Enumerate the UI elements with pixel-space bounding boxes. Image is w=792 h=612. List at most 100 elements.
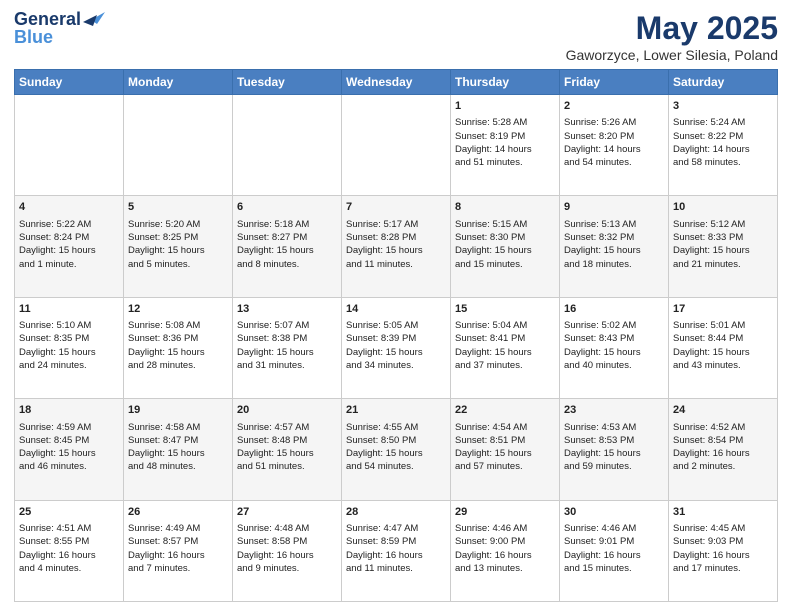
day-info-line: Sunrise: 4:48 AM [237,522,337,535]
day-number: 25 [19,505,119,520]
day-info-line: Daylight: 15 hours [346,244,446,257]
day-cell-28: 25Sunrise: 4:51 AMSunset: 8:55 PMDayligh… [15,500,124,601]
day-number: 17 [673,302,773,317]
day-cell-24: 21Sunrise: 4:55 AMSunset: 8:50 PMDayligh… [342,399,451,500]
day-number: 18 [19,403,119,418]
day-info-line: and 15 minutes. [455,258,555,271]
page: General Blue May 2025 Gaworzyce, Lower S… [0,0,792,612]
day-info-line: Daylight: 16 hours [346,549,446,562]
day-cell-16: 13Sunrise: 5:07 AMSunset: 8:38 PMDayligh… [233,297,342,398]
day-info-line: Sunrise: 5:12 AM [673,218,773,231]
day-info-line: Sunrise: 4:45 AM [673,522,773,535]
day-info-line: Sunrise: 5:13 AM [564,218,664,231]
day-cell-4: 1Sunrise: 5:28 AMSunset: 8:19 PMDaylight… [451,95,560,196]
day-cell-9: 6Sunrise: 5:18 AMSunset: 8:27 PMDaylight… [233,196,342,297]
day-info-line: and 21 minutes. [673,258,773,271]
day-info-line: Sunrise: 5:20 AM [128,218,228,231]
day-cell-13: 10Sunrise: 5:12 AMSunset: 8:33 PMDayligh… [669,196,778,297]
day-info-line: and 58 minutes. [673,156,773,169]
day-info-line: Daylight: 15 hours [346,447,446,460]
day-info-line: Sunrise: 4:53 AM [564,421,664,434]
day-info-line: Daylight: 16 hours [237,549,337,562]
calendar-table: SundayMondayTuesdayWednesdayThursdayFrid… [14,69,778,602]
day-info-line: and 28 minutes. [128,359,228,372]
day-info-line: Sunrise: 5:05 AM [346,319,446,332]
day-cell-11: 8Sunrise: 5:15 AMSunset: 8:30 PMDaylight… [451,196,560,297]
day-info-line: Daylight: 14 hours [673,143,773,156]
day-cell-25: 22Sunrise: 4:54 AMSunset: 8:51 PMDayligh… [451,399,560,500]
day-info-line: Sunset: 8:44 PM [673,332,773,345]
day-info-line: and 2 minutes. [673,460,773,473]
header-cell-tuesday: Tuesday [233,70,342,95]
day-number: 8 [455,200,555,215]
header-cell-monday: Monday [124,70,233,95]
day-info-line: Daylight: 15 hours [346,346,446,359]
day-info-line: and 11 minutes. [346,562,446,575]
day-info-line: Daylight: 15 hours [19,244,119,257]
day-info-line: and 51 minutes. [237,460,337,473]
header: General Blue May 2025 Gaworzyce, Lower S… [14,10,778,63]
header-cell-sunday: Sunday [15,70,124,95]
day-info-line: Sunset: 8:28 PM [346,231,446,244]
day-info-line: Daylight: 16 hours [673,549,773,562]
day-info-line: Sunrise: 5:02 AM [564,319,664,332]
day-info-line: Sunset: 8:54 PM [673,434,773,447]
day-info-line: Sunrise: 5:26 AM [564,116,664,129]
day-cell-1 [124,95,233,196]
day-info-line: and 54 minutes. [564,156,664,169]
day-info-line: Sunrise: 5:01 AM [673,319,773,332]
logo-bird-icon [83,10,105,28]
day-info-line: Sunset: 9:01 PM [564,535,664,548]
day-info-line: Daylight: 15 hours [564,346,664,359]
main-title: May 2025 [566,10,778,47]
day-number: 11 [19,302,119,317]
day-info-line: Sunset: 8:48 PM [237,434,337,447]
day-number: 1 [455,99,555,114]
day-info-line: Sunset: 8:39 PM [346,332,446,345]
day-info-line: and 13 minutes. [455,562,555,575]
day-cell-32: 29Sunrise: 4:46 AMSunset: 9:00 PMDayligh… [451,500,560,601]
day-info-line: Daylight: 15 hours [455,244,555,257]
day-info-line: Daylight: 15 hours [19,346,119,359]
day-info-line: Sunrise: 5:07 AM [237,319,337,332]
day-cell-10: 7Sunrise: 5:17 AMSunset: 8:28 PMDaylight… [342,196,451,297]
day-info-line: Sunrise: 5:22 AM [19,218,119,231]
day-info-line: Daylight: 16 hours [128,549,228,562]
day-info-line: Daylight: 15 hours [673,244,773,257]
day-cell-17: 14 Sunrise: 5:05 AMSunset: 8:39 PMDayligh… [342,297,451,398]
day-info-line: Sunset: 8:58 PM [237,535,337,548]
day-info-line: Daylight: 16 hours [19,549,119,562]
day-cell-26: 23Sunrise: 4:53 AMSunset: 8:53 PMDayligh… [560,399,669,500]
day-number: 14 [346,302,446,317]
day-info-line: Sunset: 8:59 PM [346,535,446,548]
day-info-line: Sunset: 9:03 PM [673,535,773,548]
day-info-line: Sunset: 8:19 PM [455,130,555,143]
day-info-line: Sunset: 9:00 PM [455,535,555,548]
day-info-line: and 5 minutes. [128,258,228,271]
logo-text-blue: Blue [14,28,53,48]
day-info-line: and 18 minutes. [564,258,664,271]
day-number: 2 [564,99,664,114]
day-cell-34: 31Sunrise: 4:45 AMSunset: 9:03 PMDayligh… [669,500,778,601]
day-info-line: and 15 minutes. [564,562,664,575]
day-number: 6 [237,200,337,215]
day-number: 13 [237,302,337,317]
day-info-line: Daylight: 16 hours [673,447,773,460]
day-info-line: Daylight: 14 hours [455,143,555,156]
day-info-line: Daylight: 15 hours [128,447,228,460]
day-info-line: Sunset: 8:41 PM [455,332,555,345]
day-info-line: Daylight: 15 hours [237,346,337,359]
day-number: 7 [346,200,446,215]
day-info-line: Daylight: 16 hours [455,549,555,562]
week-row-4: 18Sunrise: 4:59 AMSunset: 8:45 PMDayligh… [15,399,778,500]
day-info-line: Sunrise: 4:46 AM [455,522,555,535]
day-info-line: and 7 minutes. [128,562,228,575]
day-info-line: Daylight: 15 hours [455,346,555,359]
day-cell-30: 27Sunrise: 4:48 AMSunset: 8:58 PMDayligh… [233,500,342,601]
day-number: 3 [673,99,773,114]
day-info-line: Sunrise: 5:24 AM [673,116,773,129]
day-info-line: Sunset: 8:30 PM [455,231,555,244]
day-info-line: Sunrise: 4:59 AM [19,421,119,434]
day-cell-20: 17Sunrise: 5:01 AMSunset: 8:44 PMDayligh… [669,297,778,398]
day-info-line: Sunset: 8:35 PM [19,332,119,345]
